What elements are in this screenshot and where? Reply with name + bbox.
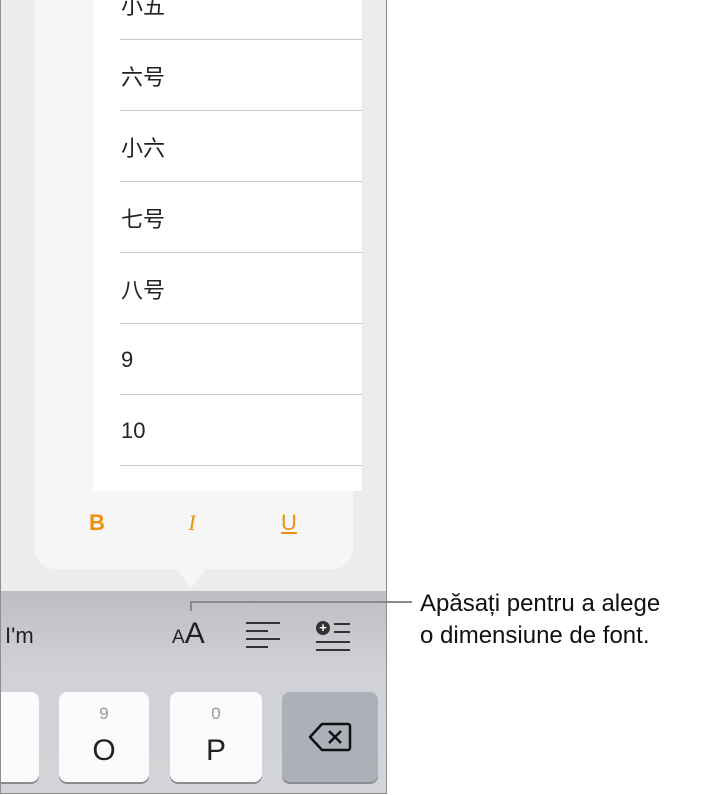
callout-line bbox=[190, 601, 412, 611]
font-size-item[interactable]: 小六 bbox=[94, 111, 362, 182]
font-size-item[interactable]: 七号 bbox=[94, 182, 362, 253]
text-size-button[interactable]: AA bbox=[172, 617, 205, 651]
delete-icon bbox=[308, 722, 352, 752]
key-alt: 0 bbox=[211, 704, 221, 723]
item-label: 八号 bbox=[121, 277, 166, 303]
font-size-item[interactable]: 八号 bbox=[94, 253, 362, 324]
small-a-icon: A bbox=[172, 627, 185, 648]
underline-button[interactable]: U bbox=[274, 510, 304, 536]
item-label: 小五 bbox=[121, 0, 166, 19]
popover-arrow bbox=[174, 566, 208, 588]
item-label: 小六 bbox=[121, 135, 166, 161]
key-o[interactable]: 9O bbox=[59, 692, 149, 782]
key-p[interactable]: 0P bbox=[170, 692, 262, 782]
divider bbox=[120, 465, 362, 466]
callout-line1: Apăsați pentru a alege bbox=[420, 590, 661, 617]
key-partial[interactable] bbox=[1, 692, 39, 782]
callout-text: Apăsați pentru a alege o dimensiune de f… bbox=[420, 588, 660, 652]
font-size-item[interactable]: 9 bbox=[94, 324, 362, 395]
item-label: 10 bbox=[121, 417, 146, 443]
keyboard: I'm AA + 9O 0P bbox=[1, 591, 386, 793]
item-label: 9 bbox=[121, 346, 134, 372]
item-label: 六号 bbox=[121, 64, 166, 90]
font-size-item[interactable]: 小五 bbox=[94, 0, 362, 40]
insert-list-icon[interactable]: + bbox=[316, 621, 350, 655]
font-size-item[interactable]: 六号 bbox=[94, 40, 362, 111]
suggestion-word[interactable]: I'm bbox=[5, 623, 34, 649]
align-left-icon[interactable] bbox=[246, 622, 280, 650]
italic-button[interactable]: I bbox=[177, 510, 207, 536]
bold-button[interactable]: B bbox=[82, 510, 112, 536]
format-buttons: B I U bbox=[60, 510, 328, 550]
key-label: P bbox=[205, 734, 226, 767]
key-label: O bbox=[92, 734, 116, 767]
format-popover: 小五 六号 小六 七号 八号 9 10 bbox=[35, 0, 362, 569]
key-alt: 9 bbox=[99, 704, 109, 723]
large-a-icon: A bbox=[184, 617, 205, 650]
item-label: 七号 bbox=[121, 206, 166, 232]
callout-line2: o dimensiune de font. bbox=[420, 622, 650, 649]
delete-key[interactable] bbox=[282, 692, 378, 782]
font-size-item[interactable]: 10 bbox=[94, 395, 362, 466]
ipad-screen: 小五 六号 小六 七号 八号 9 10 B I U I'm AA + 9O 0 … bbox=[0, 0, 387, 794]
font-size-list[interactable]: 小五 六号 小六 七号 八号 9 10 bbox=[94, 0, 362, 491]
